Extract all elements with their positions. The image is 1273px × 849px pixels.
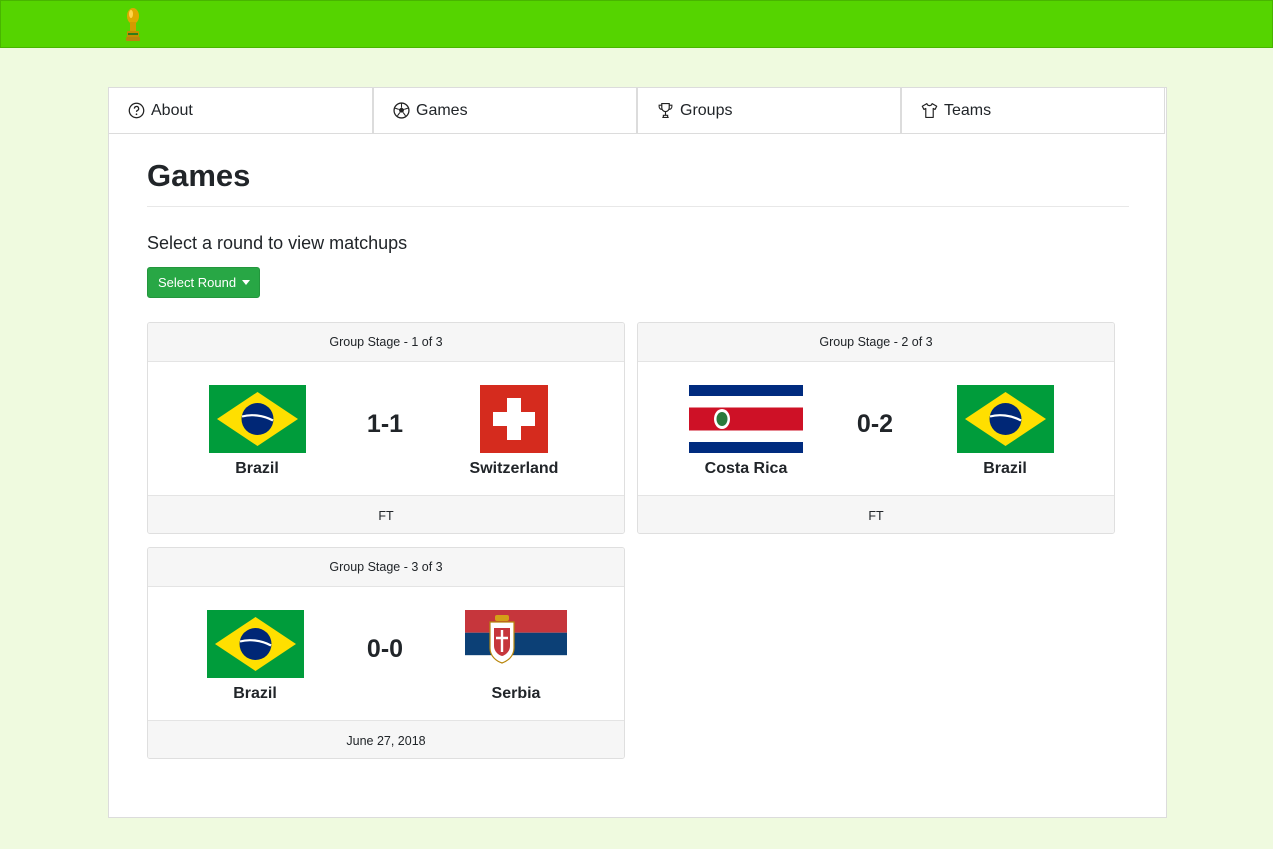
tab-about-label: About — [151, 101, 193, 119]
game-stage: Group Stage - 1 of 3 — [148, 323, 624, 362]
game-score: 1-1 — [366, 410, 404, 438]
select-round-button[interactable]: Select Round — [147, 267, 260, 298]
tab-games[interactable]: Games — [373, 88, 637, 134]
away-team-name: Brazil — [983, 460, 1027, 477]
shirt-icon — [921, 103, 938, 118]
brazil-flag — [209, 385, 306, 453]
game-stage: Group Stage - 3 of 3 — [148, 548, 624, 587]
soccer-ball-icon — [393, 102, 410, 119]
tab-teams-label: Teams — [944, 101, 992, 119]
switzerland-flag — [480, 385, 548, 453]
round-prompt: Select a round to view matchups — [147, 233, 408, 253]
game-status: FT — [638, 495, 1114, 533]
game-stage: Group Stage - 2 of 3 — [638, 323, 1114, 362]
game-score: 0-2 — [856, 410, 894, 438]
game-status: June 27, 2018 — [148, 720, 624, 758]
serbia-flag — [465, 610, 567, 678]
game-status: FT — [148, 495, 624, 533]
brazil-flag — [207, 610, 304, 678]
away-team-name: Switzerland — [469, 460, 559, 477]
tab-bar: About Games Groups Teams — [109, 88, 1166, 134]
game-card: Group Stage - 3 of 3 Brazil 0-0 Serbia J… — [147, 547, 625, 759]
brazil-flag — [957, 385, 1054, 453]
away-team-name: Serbia — [491, 685, 541, 702]
tab-groups-label: Groups — [680, 101, 733, 119]
home-team-name: Costa Rica — [704, 460, 788, 477]
top-navbar — [0, 0, 1273, 48]
costa-rica-flag — [689, 385, 803, 453]
tab-teams[interactable]: Teams — [901, 88, 1165, 134]
home-team-name: Brazil — [235, 460, 279, 477]
tab-games-label: Games — [416, 101, 468, 119]
page-title: Games — [147, 158, 251, 193]
trophy-icon — [658, 103, 673, 118]
main-panel: About Games Groups Teams Games Select a … — [108, 87, 1167, 818]
select-round-label: Select Round — [158, 275, 237, 290]
trophy-icon[interactable] — [122, 7, 144, 43]
question-circle-icon — [128, 102, 145, 119]
game-score: 0-0 — [366, 635, 404, 663]
title-divider — [147, 206, 1129, 207]
game-card: Group Stage - 2 of 3 Costa Rica 0-2 Braz… — [637, 322, 1115, 534]
home-team-name: Brazil — [233, 685, 277, 702]
game-card: Group Stage - 1 of 3 Brazil 1-1 Switzerl… — [147, 322, 625, 534]
tab-groups[interactable]: Groups — [637, 88, 901, 134]
tab-about[interactable]: About — [109, 88, 373, 134]
caret-down-icon — [242, 280, 251, 285]
